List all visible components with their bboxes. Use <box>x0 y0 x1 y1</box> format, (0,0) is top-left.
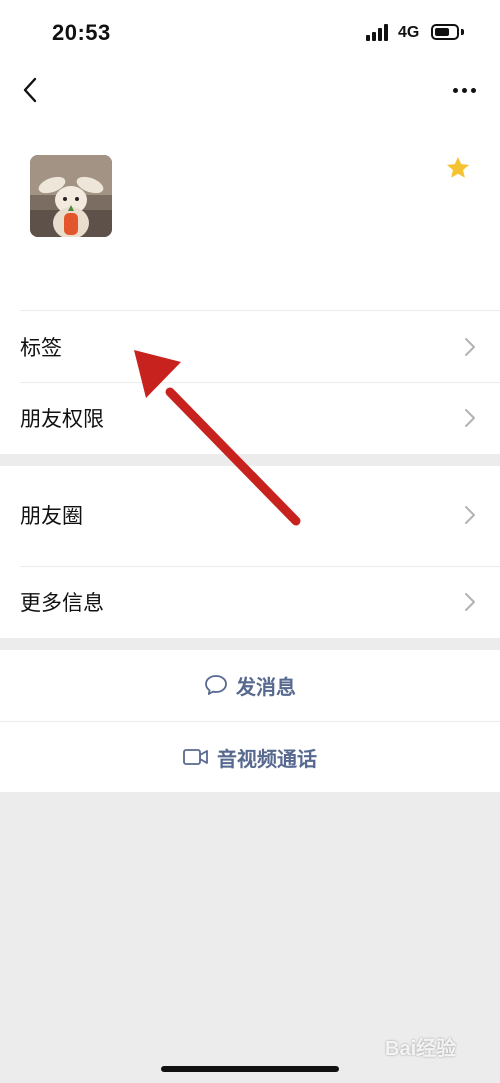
row-tags[interactable]: 标签 <box>0 312 500 382</box>
video-call-button[interactable]: 音视频通话 <box>0 722 500 792</box>
plush-bunny-avatar <box>30 155 112 237</box>
ellipsis-icon <box>452 87 458 93</box>
video-camera-icon <box>183 749 208 765</box>
chat-bubble-icon <box>205 675 227 695</box>
chevron-right-icon <box>465 506 475 524</box>
chevron-left-icon <box>23 77 37 103</box>
more-button[interactable] <box>440 70 488 110</box>
status-bar: 20:53 4G <box>0 0 500 66</box>
avatar[interactable] <box>30 155 112 237</box>
row-more-info[interactable]: 更多信息 <box>0 567 500 637</box>
actions-group: 发消息 音视频通话 <box>0 650 500 792</box>
row-more-info-label: 更多信息 <box>20 592 104 615</box>
watermark: Bai经验 <box>385 1038 457 1060</box>
nav-bar <box>0 66 500 136</box>
back-button[interactable] <box>10 70 50 110</box>
status-time: 20:53 <box>52 20 111 45</box>
star-icon <box>446 156 470 178</box>
chevron-right-icon <box>465 338 475 356</box>
star-button[interactable] <box>440 150 476 186</box>
profile-header <box>0 136 500 310</box>
battery-cap <box>461 29 464 35</box>
settings-group-1: 标签 朋友权限 <box>0 310 500 454</box>
row-moments[interactable]: 朋友圈 <box>0 480 500 550</box>
chevron-right-icon <box>465 593 475 611</box>
battery-icon <box>431 24 459 40</box>
send-message-label: 发消息 <box>236 676 296 699</box>
row-friend-permissions[interactable]: 朋友权限 <box>0 383 500 453</box>
divider <box>20 310 500 311</box>
row-friend-permissions-label: 朋友权限 <box>20 408 104 431</box>
row-moments-label: 朋友圈 <box>20 505 83 528</box>
network-type: 4G <box>398 24 420 41</box>
settings-group-2: 朋友圈 更多信息 <box>0 466 500 638</box>
video-call-label: 音视频通话 <box>217 748 317 771</box>
signal-icon <box>366 24 390 41</box>
home-indicator[interactable] <box>161 1066 339 1072</box>
chevron-right-icon <box>465 409 475 427</box>
row-tags-label: 标签 <box>20 337 62 360</box>
send-message-button[interactable]: 发消息 <box>0 650 500 720</box>
